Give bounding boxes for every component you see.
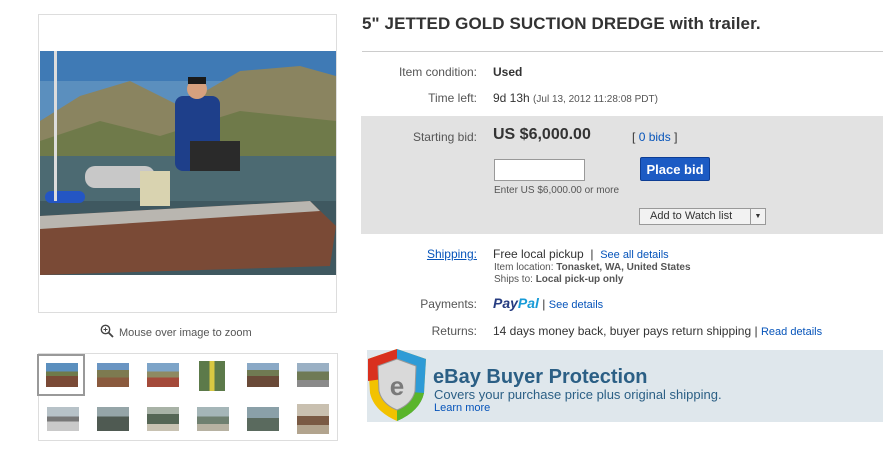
- add-to-watchlist-button[interactable]: Add to Watch list ▼: [639, 208, 766, 225]
- shipping-link[interactable]: Shipping:: [427, 247, 477, 261]
- read-details-link[interactable]: Read details: [761, 326, 822, 338]
- bid-hint: Enter US $6,000.00 or more: [494, 185, 620, 196]
- buyer-protection-title: eBay Buyer Protection: [433, 366, 648, 388]
- starting-bid-amount: US $6,000.00: [493, 126, 591, 143]
- bid-count-close: ]: [674, 130, 678, 144]
- see-all-details-link[interactable]: See all details: [600, 249, 669, 261]
- shipping-separator: |: [590, 247, 594, 261]
- see-details-link[interactable]: See details: [549, 299, 603, 311]
- ships-to: Ships to: Local pick-up only: [494, 274, 624, 285]
- thumbnail-8[interactable]: [97, 407, 129, 431]
- bid-count: [ 0 bids ]: [632, 130, 677, 144]
- shield-letter: e: [390, 371, 404, 401]
- thumbnail-11[interactable]: [247, 407, 279, 431]
- thumbnail-12[interactable]: [297, 404, 329, 434]
- item-title: 5" JETTED GOLD SUCTION DREDGE with trail…: [362, 14, 761, 33]
- chevron-down-icon[interactable]: ▼: [750, 209, 765, 224]
- bid-count-link[interactable]: 0 bids: [639, 130, 671, 144]
- item-location: Item location: Tonasket, WA, United Stat…: [494, 262, 691, 273]
- condition-value: Used: [493, 65, 523, 79]
- payments-label: Payments:: [420, 297, 477, 311]
- place-bid-button[interactable]: Place bid: [640, 157, 710, 181]
- condition-label: Item condition:: [398, 65, 477, 79]
- time-left-label: Time left:: [428, 91, 477, 105]
- returns-label: Returns:: [431, 324, 477, 338]
- buyer-protection-subtitle: Covers your purchase price plus original…: [434, 387, 722, 402]
- paypal-logo: PayPal: [493, 295, 539, 311]
- paypal-pal: Pal: [517, 295, 539, 311]
- payments-separator: |: [542, 297, 546, 311]
- shipping-summary: Free local pickup | See all details: [493, 247, 669, 261]
- thumbnail-2[interactable]: [97, 363, 129, 387]
- thumbnail-4[interactable]: [199, 361, 225, 391]
- zoom-hint: Mouse over image to zoom: [100, 324, 252, 341]
- shipping-value: Free local pickup: [493, 247, 584, 261]
- title-divider: [362, 51, 883, 52]
- shipping-label: Shipping:: [362, 247, 477, 261]
- starting-bid-label: Starting bid:: [412, 130, 477, 144]
- magnifier-icon: [100, 324, 114, 341]
- payments-row: PayPal | See details: [493, 295, 603, 311]
- thumbnail-10[interactable]: [197, 407, 229, 431]
- thumbnail-1[interactable]: [46, 363, 78, 387]
- thumbnail-7[interactable]: [47, 407, 79, 431]
- bid-count-open: [: [632, 130, 636, 144]
- bid-amount-input[interactable]: [494, 159, 585, 181]
- ships-to-value: Local pick-up only: [535, 274, 624, 285]
- thumbnail-6[interactable]: [297, 363, 329, 387]
- returns-row: 14 days money back, buyer pays return sh…: [493, 324, 822, 338]
- ships-to-label: Ships to:: [494, 274, 533, 285]
- returns-separator: |: [754, 324, 758, 338]
- item-location-value: Tonasket, WA, United States: [556, 262, 691, 273]
- paypal-pay: Pay: [493, 295, 518, 311]
- auction-end-time: (Jul 13, 2012 11:28:08 PDT): [533, 94, 658, 105]
- zoom-hint-text: Mouse over image to zoom: [119, 326, 252, 339]
- time-left-duration: 9d 13h: [493, 91, 530, 105]
- main-item-photo[interactable]: [40, 51, 336, 275]
- watchlist-label: Add to Watch list: [650, 210, 733, 222]
- learn-more-link[interactable]: Learn more: [434, 402, 490, 414]
- item-location-label: Item location:: [494, 262, 554, 273]
- buyer-protection-shield-icon: e: [364, 347, 430, 428]
- thumbnail-9[interactable]: [147, 407, 179, 431]
- returns-value: 14 days money back, buyer pays return sh…: [493, 324, 752, 338]
- time-left-value: 9d 13h (Jul 13, 2012 11:28:08 PDT): [493, 91, 658, 105]
- thumbnail-3[interactable]: [147, 363, 179, 387]
- thumbnail-5[interactable]: [247, 363, 279, 387]
